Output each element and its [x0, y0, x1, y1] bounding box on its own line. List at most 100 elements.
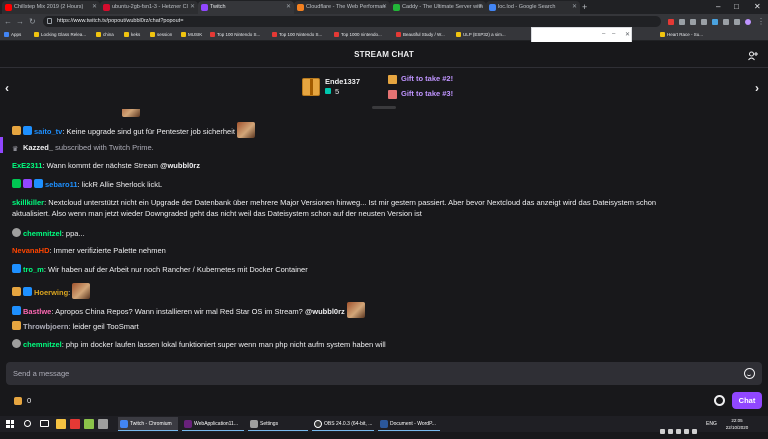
emote-picker-icon[interactable]: [744, 368, 755, 379]
chevron-left-icon[interactable]: ‹: [5, 81, 9, 95]
bookmark-item[interactable]: Heart Race - Su...: [660, 29, 703, 40]
chat-send-button[interactable]: Chat: [732, 392, 762, 409]
bookmark-item[interactable]: Beautiful Study / W...: [396, 29, 445, 40]
bookmark-item[interactable]: MUSIK: [181, 29, 202, 40]
menu-icon[interactable]: ⋮: [757, 15, 765, 28]
bookmark-item[interactable]: keks: [124, 29, 140, 40]
chat-username[interactable]: chemnitzel: [23, 229, 62, 238]
users-icon[interactable]: [748, 51, 758, 61]
chat-username[interactable]: skillkiller: [12, 198, 44, 207]
extension-icon[interactable]: [734, 19, 740, 25]
app-icon[interactable]: [98, 419, 108, 429]
language-indicator[interactable]: ENG: [706, 416, 717, 432]
browser-tab-active[interactable]: Twitch ✕: [198, 1, 294, 14]
app-icon[interactable]: [84, 419, 94, 429]
close-tab-icon[interactable]: ✕: [382, 1, 387, 14]
mention[interactable]: @wubbl0rz: [305, 307, 345, 316]
new-tab-button[interactable]: +: [582, 0, 587, 14]
badge-icon: [12, 306, 21, 315]
close-tab-icon[interactable]: ✕: [92, 1, 97, 14]
gift-link[interactable]: Gift to take #2!: [401, 74, 453, 83]
badge-icon: [12, 264, 21, 273]
chat-log: saito_tv: Keine upgrade sind gut für Pen…: [0, 109, 768, 359]
forward-icon[interactable]: →: [16, 15, 24, 28]
chat-username[interactable]: NevanaHD: [12, 246, 50, 255]
chat-message: chemnitzel: ppa...: [12, 228, 85, 239]
bookmark-item[interactable]: china: [96, 29, 114, 40]
chat-username[interactable]: sebaro11: [45, 180, 78, 189]
chevron-right-icon[interactable]: ›: [755, 81, 759, 95]
mention[interactable]: @wubbl0rz: [160, 161, 200, 170]
bookmark-item[interactable]: Top 1000 nintendo...: [334, 29, 382, 40]
search-icon[interactable]: [24, 420, 31, 427]
task-view-icon[interactable]: [40, 420, 49, 427]
back-icon[interactable]: ←: [4, 15, 12, 28]
extension-icon[interactable]: [712, 19, 718, 25]
bookmark-item[interactable]: session: [150, 29, 172, 40]
chat-title: STREAM CHAT: [354, 50, 414, 59]
url-bar[interactable]: https://www.twitch.tv/popout/wubbl0rz/ch…: [43, 16, 661, 27]
browser-tab[interactable]: Caddy - The Ultimate Server with ✕: [390, 1, 486, 14]
taskbar-item[interactable]: Document - WordP...: [378, 417, 440, 431]
chat-username[interactable]: chemnitzel: [23, 340, 62, 349]
chat-username[interactable]: Throwbjoern: [23, 322, 68, 331]
hetzner-icon: [103, 4, 110, 11]
emote: [346, 302, 365, 318]
browser-tab[interactable]: Chillstep Mix 2019 (2 Hours) ✕: [2, 1, 100, 14]
close-tab-icon[interactable]: ✕: [286, 1, 291, 14]
popup-control-icon[interactable]: –: [612, 31, 615, 37]
taskbar-clock[interactable]: 22:05 22/10/2020: [724, 417, 750, 431]
bookmark-item[interactable]: Top 100 Nintendo S...: [210, 29, 260, 40]
taskbar-item[interactable]: WebApplication11...: [182, 417, 244, 431]
minimize-icon[interactable]: –: [716, 0, 720, 14]
close-tab-icon[interactable]: ✕: [572, 1, 577, 14]
reload-icon[interactable]: ↻: [29, 15, 36, 28]
extension-icon[interactable]: [690, 19, 696, 25]
popup-control-icon[interactable]: –: [602, 31, 605, 37]
system-tray[interactable]: [660, 421, 702, 434]
cloudflare-icon: [297, 4, 304, 11]
channel-points-icon[interactable]: [14, 397, 22, 405]
badge-icon: [12, 321, 21, 330]
url-text[interactable]: https://www.twitch.tv/popout/wubbl0rz/ch…: [57, 16, 183, 27]
browser-tab[interactable]: Cloudflare - The Web Performan ✕: [294, 1, 390, 14]
chat-username[interactable]: Kazzed_: [23, 143, 53, 152]
chat-username[interactable]: Bastlwe: [23, 307, 51, 316]
gear-icon[interactable]: [714, 395, 725, 406]
gift-count-icon: [325, 88, 331, 94]
google-icon: [489, 4, 496, 11]
taskbar-item[interactable]: Settings: [248, 417, 308, 431]
gifter-name[interactable]: Ende1337: [325, 77, 360, 86]
close-popup-icon[interactable]: ✕: [625, 31, 630, 38]
bookmark-item[interactable]: Top 100 Nintendo S...: [272, 29, 322, 40]
gift-link[interactable]: Gift to take #3!: [401, 89, 453, 98]
bookmarks-bar: Apps Locking Glass Relea... china keks s…: [0, 29, 768, 41]
browser-tab[interactable]: ubuntu-2gb-fsn1-3 - Hetzner Cl ✕: [100, 1, 198, 14]
extension-icon[interactable]: [723, 19, 729, 25]
badge-icon: [12, 287, 21, 296]
close-tab-icon[interactable]: ✕: [190, 1, 195, 14]
file-explorer-icon[interactable]: [56, 419, 66, 429]
app-icon[interactable]: [70, 419, 80, 429]
chat-username[interactable]: saito_tv: [34, 127, 62, 136]
maximize-icon[interactable]: □: [734, 0, 739, 14]
close-tab-icon[interactable]: ✕: [478, 1, 483, 14]
chat-input[interactable]: Send a message: [6, 362, 762, 385]
extension-icon[interactable]: [701, 19, 707, 25]
extension-icon[interactable]: [668, 19, 674, 25]
bookmark-item[interactable]: ULP (ESP32) a sim...: [456, 29, 506, 40]
profile-avatar[interactable]: [745, 19, 751, 25]
close-window-icon[interactable]: ✕: [754, 0, 761, 14]
windows-start-icon[interactable]: [6, 420, 14, 428]
bookmark-item[interactable]: Apps: [4, 29, 21, 40]
chat-username[interactable]: Hoerwing: [34, 288, 68, 297]
chat-username[interactable]: ExE2311: [12, 161, 42, 170]
browser-tab[interactable]: loc.lod - Google Search ✕: [486, 1, 580, 14]
chat-username[interactable]: tro_m: [23, 265, 44, 274]
taskbar-item[interactable]: Twitch - Chromium: [118, 417, 178, 431]
taskbar-item[interactable]: OBS 24.0.3 (64-bit, ...: [312, 417, 374, 431]
address-toolbar: ← → ↻ https://www.twitch.tv/popout/wubbl…: [0, 14, 768, 29]
badge-icon: [34, 179, 43, 188]
extension-icon[interactable]: [679, 19, 685, 25]
bookmark-item[interactable]: Locking Glass Relea...: [34, 29, 86, 40]
